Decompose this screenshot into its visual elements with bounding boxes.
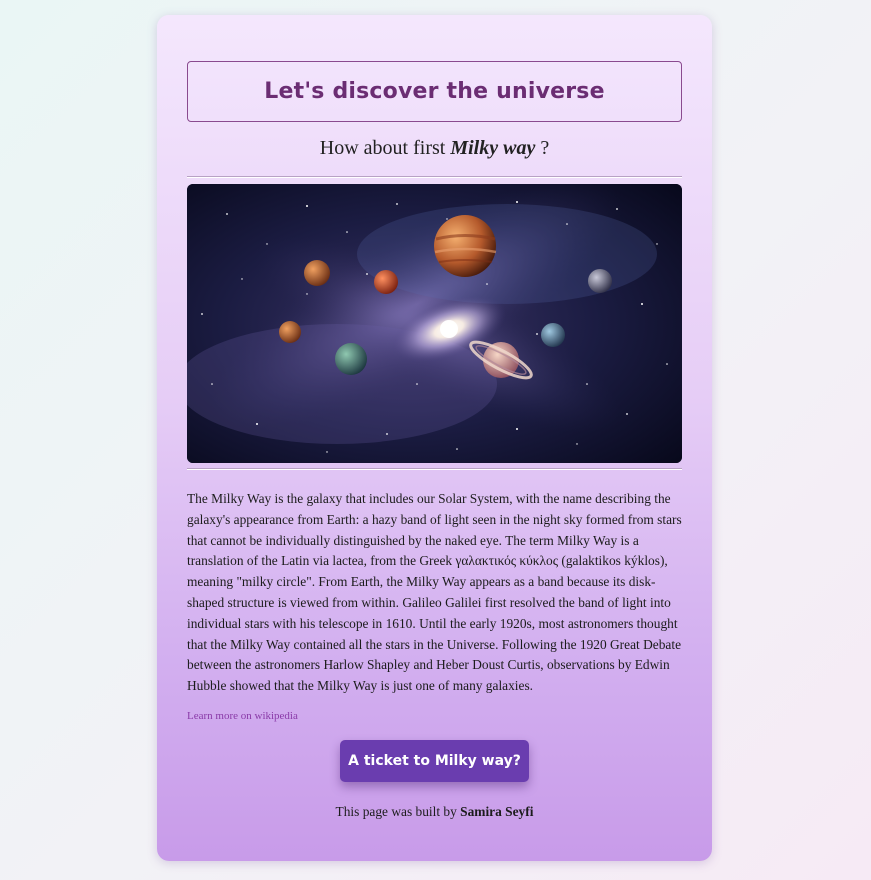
subtitle: How about first Milky way ? bbox=[187, 137, 682, 160]
galaxy-with-planets-image bbox=[187, 184, 682, 463]
title-box: Let's discover the universe bbox=[187, 61, 682, 122]
wikipedia-link[interactable]: Learn more on wikipedia bbox=[187, 710, 298, 722]
ticket-button[interactable]: A ticket to Milky way? bbox=[340, 740, 529, 782]
subtitle-suffix: ? bbox=[540, 137, 550, 159]
galaxy-image bbox=[187, 184, 682, 463]
bottom-divider bbox=[187, 468, 682, 470]
article-text: The Milky Way is the galaxy that include… bbox=[187, 491, 682, 694]
subtitle-prefix: How about first bbox=[319, 137, 446, 159]
footer-prefix: This page was built by bbox=[335, 804, 457, 819]
page-title: Let's discover the universe bbox=[264, 79, 605, 104]
top-divider bbox=[187, 176, 682, 178]
main-card: Let's discover the universe How about fi… bbox=[157, 15, 712, 861]
subtitle-highlight: Milky way bbox=[450, 137, 536, 159]
footer: This page was built by Samira Seyfi bbox=[157, 804, 712, 820]
footer-author: Samira Seyfi bbox=[460, 804, 534, 819]
